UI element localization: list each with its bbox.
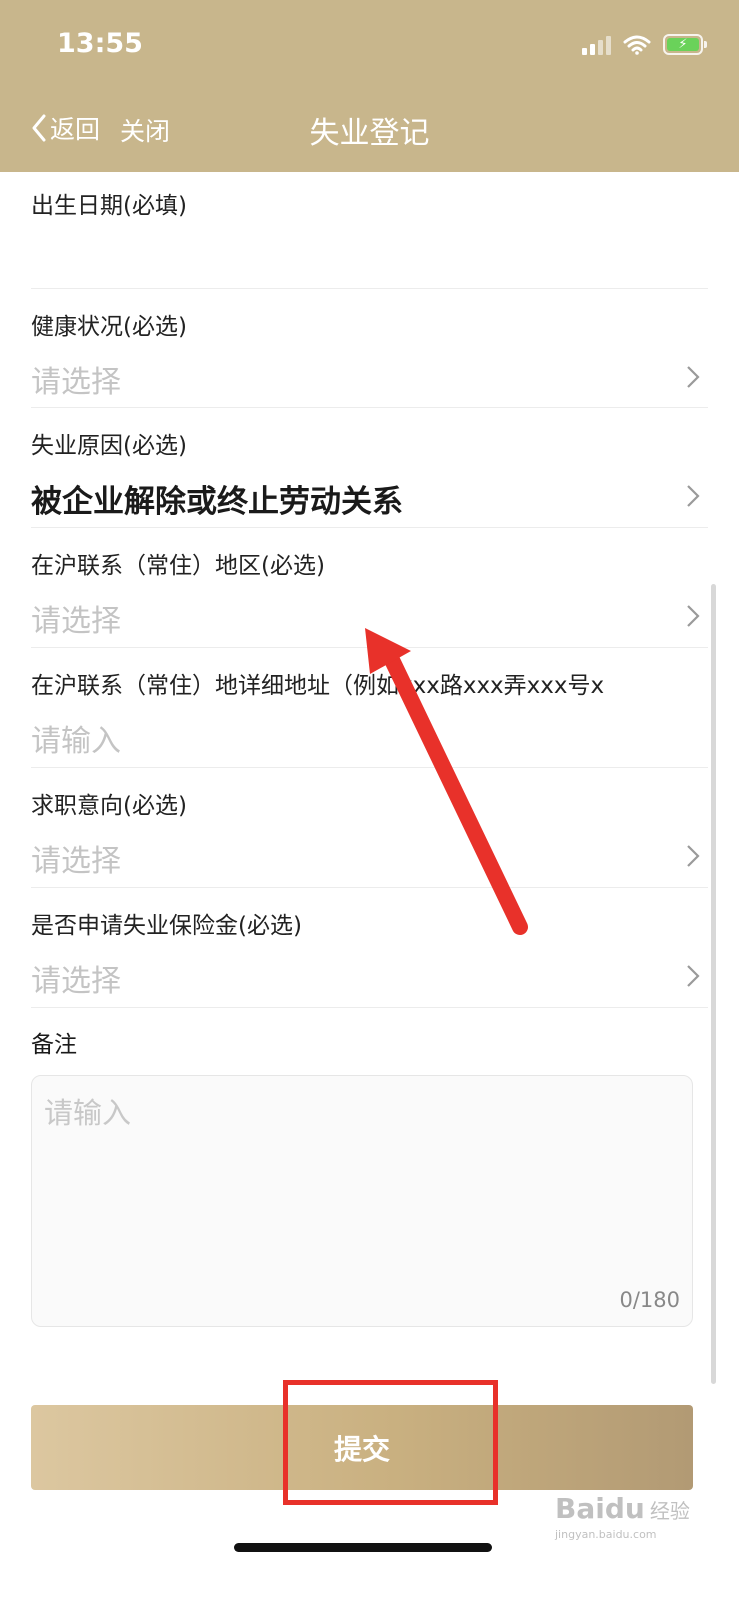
status-time: 13:55 [57,28,143,59]
remark-textarea[interactable]: 请输入 0/180 [31,1075,693,1327]
chevron-right-icon [687,366,700,388]
baidu-watermark: Baidu 经验 jingyan.baidu.com [555,1492,690,1541]
residence-region-label: 在沪联系（常住）地区(必选) [31,553,325,579]
job-intention-label: 求职意向(必选) [31,793,187,819]
remark-label: 备注 [31,1032,77,1058]
insurance-apply-label: 是否申请失业保险金(必选) [31,913,302,939]
chevron-right-icon [687,605,700,627]
detailed-address-label: 在沪联系（常住）地详细地址（例如xxx路xxx弄xxx号x [31,673,605,699]
annotation-highlight-box [283,1380,498,1505]
detailed-address-input[interactable]: 请输入 [31,716,121,760]
remark-char-counter: 0/180 [619,1288,680,1312]
status-icons: ⚡ [582,34,707,55]
residence-region-value: 请选择 [31,604,121,639]
page-title: 失业登记 [309,116,430,151]
chevron-right-icon [687,845,700,867]
birthdate-field[interactable]: 出生日期(必填) [31,172,708,289]
chevron-right-icon [687,965,700,987]
chevron-right-icon [687,485,700,507]
detailed-address-field[interactable]: 在沪联系（常住）地详细地址（例如xxx路xxx弄xxx号x 请输入 [31,648,708,768]
health-status-label: 健康状况(必选) [31,314,187,340]
residence-region-select[interactable]: 在沪联系（常住）地区(必选) 请选择 [31,528,708,648]
battery-icon: ⚡ [663,34,707,55]
header-bar: 13:55 ⚡ 返回 关闭 失业登记 [0,0,739,172]
health-status-select[interactable]: 健康状况(必选) 请选择 [31,289,708,408]
unemployment-reason-label: 失业原因(必选) [31,433,187,459]
watermark-brand: Baidu [555,1492,645,1525]
job-intention-select[interactable]: 求职意向(必选) 请选择 [31,768,708,888]
insurance-apply-select[interactable]: 是否申请失业保险金(必选) 请选择 [31,888,708,1008]
health-status-value: 请选择 [31,365,121,400]
birthdate-label: 出生日期(必填) [31,193,187,219]
home-indicator [234,1543,492,1552]
watermark-cn: 经验 [649,1499,690,1523]
signal-icon [582,35,611,55]
unemployment-reason-select[interactable]: 失业原因(必选) 被企业解除或终止劳动关系 [31,408,708,528]
wifi-icon [623,35,651,55]
job-intention-value: 请选择 [31,844,121,879]
watermark-url: jingyan.baidu.com [555,1528,657,1541]
insurance-apply-value: 请选择 [31,964,121,999]
scrollbar[interactable] [711,584,716,1384]
unemployment-reason-value: 被企业解除或终止劳动关系 [31,484,403,520]
remark-placeholder: 请输入 [44,1096,132,1130]
